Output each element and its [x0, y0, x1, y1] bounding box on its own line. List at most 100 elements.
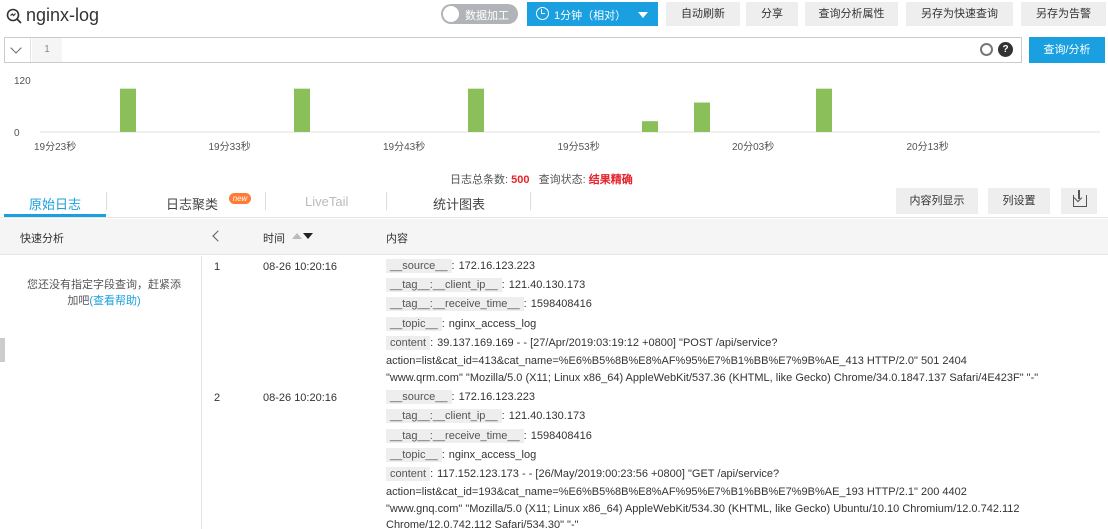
chevron-down-icon[interactable]	[5, 38, 31, 62]
x-tick-label: 20分03秒	[732, 140, 774, 153]
new-badge: new	[229, 193, 251, 204]
field-key[interactable]: __topic__	[386, 448, 442, 462]
share-button[interactable]: 分享	[746, 2, 798, 26]
toggle-knob	[443, 6, 459, 22]
field-value[interactable]: 1598408416	[531, 430, 592, 442]
histogram-bar[interactable]	[294, 88, 310, 132]
log-field: __tag__:__client_ip__:121.40.130.173	[386, 278, 585, 292]
header-bar: nginx-log 数据加工 1分钟（相对） 自动刷新 分享 查询分析属性 另存…	[0, 0, 1108, 32]
tab-raw-logs[interactable]: 原始日志	[29, 194, 81, 213]
download-icon	[1073, 190, 1087, 207]
data-process-toggle[interactable]: 数据加工	[441, 4, 518, 24]
log-list: 1 08-26 10:20:16 __source__:172.16.123.2…	[203, 256, 1108, 529]
log-field: __tag__:__receive_time__:1598408416	[386, 429, 592, 443]
time-range-selector[interactable]: 1分钟（相对）	[527, 2, 658, 26]
histogram-bar[interactable]	[468, 88, 484, 132]
field-value[interactable]: 121.40.130.173	[509, 279, 585, 291]
clock-icon	[536, 7, 549, 20]
field-key[interactable]: __tag__:__client_ip__	[386, 409, 502, 423]
total-count-value: 500	[511, 174, 530, 186]
field-value[interactable]: nginx_access_log	[449, 318, 536, 330]
help-icon[interactable]: ?	[998, 42, 1013, 57]
field-value[interactable]: 172.16.123.223	[459, 260, 535, 272]
x-tick-label: 19分33秒	[209, 140, 251, 153]
quick-analysis-panel: 您还没有指定字段查询，赶紧添加吧(查看帮助)	[0, 256, 202, 529]
content-line[interactable]: "www.gnq.com" "Mozilla/5.0 (X11; Linux x…	[386, 503, 1020, 515]
table-header: 快速分析 时间 内容	[0, 219, 1108, 255]
field-key[interactable]: __source__	[386, 390, 452, 404]
field-key[interactable]: __tag__:__receive_time__	[386, 297, 524, 311]
query-status-label: 查询状态:	[538, 174, 586, 186]
x-tick-label: 19分43秒	[383, 140, 425, 153]
tab-statistics-chart[interactable]: 统计图表	[433, 194, 485, 213]
active-tab-indicator	[4, 214, 106, 217]
content-line[interactable]: "www.qrm.com" "Mozilla/5.0 (X11; Linux x…	[386, 372, 1038, 384]
logstore-title: nginx-log	[26, 5, 100, 25]
x-tick-label: 20分13秒	[907, 140, 949, 153]
histogram-bar[interactable]	[816, 88, 832, 132]
search-log-icon	[6, 8, 22, 24]
tab-livetail[interactable]: LiveTail	[305, 194, 348, 209]
histogram-bar[interactable]	[642, 121, 658, 132]
content-line[interactable]: 117.152.123.173 - - [26/May/2019:00:23:5…	[437, 468, 779, 480]
save-alert-button[interactable]: 另存为告警	[1021, 2, 1106, 26]
field-key[interactable]: __tag__:__receive_time__	[386, 429, 524, 443]
log-field: __source__:172.16.123.223	[386, 259, 535, 273]
view-help-link[interactable]: (查看帮助)	[89, 295, 140, 307]
log-histogram: 120 0 19分23秒 19分33秒 19分43秒 19分53秒 20分03秒 20分13秒	[0, 70, 1108, 170]
tab-log-clustering[interactable]: 日志聚类	[166, 194, 218, 213]
histogram-chart: 120 0 19分23秒 19分33秒 19分43秒 19分53秒 20分03秒 20分13秒	[14, 76, 1100, 153]
query-editor[interactable]: 1 ?	[4, 37, 1022, 63]
y-tick-label: 120	[14, 76, 31, 87]
field-value[interactable]: 172.16.123.223	[459, 391, 535, 403]
total-count-label: 日志总条数:	[450, 174, 509, 186]
field-key[interactable]: __source__	[386, 259, 452, 273]
sort-asc-icon[interactable]	[292, 233, 302, 239]
field-value[interactable]: 1598408416	[531, 298, 592, 310]
histogram-bar[interactable]	[120, 88, 136, 132]
query-properties-button[interactable]: 查询分析属性	[805, 2, 898, 26]
time-range-label: 1分钟（相对）	[554, 10, 627, 22]
field-key[interactable]: content	[386, 336, 431, 350]
y-tick-label: 0	[14, 128, 20, 139]
content-line[interactable]: Chrome/12.0.742.112 Safari/534.30" "-"	[386, 519, 579, 529]
tab-divider	[106, 192, 107, 210]
sort-desc-icon[interactable]	[303, 233, 313, 239]
quick-analysis-header: 快速分析	[20, 233, 64, 245]
content-line[interactable]: action=list&cat_id=193&cat_name=%E6%B5%8…	[386, 486, 967, 498]
panel-resize-handle[interactable]	[0, 338, 5, 362]
histogram-bar[interactable]	[694, 102, 710, 132]
log-field: __topic__: nginx_access_log	[386, 317, 536, 331]
query-status-value: 结果精确	[588, 174, 633, 186]
log-field: __source__:172.16.123.223	[386, 390, 535, 404]
x-tick-label: 19分23秒	[34, 140, 76, 153]
tab-divider	[386, 192, 387, 210]
content-line[interactable]: action=list&cat_id=413&cat_name=%E6%B5%8…	[386, 355, 967, 367]
field-key[interactable]: __tag__:__client_ip__	[386, 278, 502, 292]
log-field: __tag__:__client_ip__:121.40.130.173	[386, 409, 585, 423]
settings-gear-icon[interactable]	[980, 43, 993, 56]
field-value[interactable]: nginx_access_log	[449, 449, 536, 461]
row-time: 08-26 10:20:16	[263, 261, 338, 273]
field-key[interactable]: __topic__	[386, 317, 442, 331]
log-field: __topic__: nginx_access_log	[386, 448, 536, 462]
save-quick-query-button[interactable]: 另存为快速查询	[906, 2, 1013, 26]
collapse-panel-icon[interactable]	[212, 230, 224, 242]
result-summary: 日志总条数: 500 查询状态: 结果精确	[450, 171, 633, 187]
time-column-header[interactable]: 时间	[263, 230, 285, 246]
search-analyze-button[interactable]: 查询/分析	[1029, 37, 1105, 63]
field-value[interactable]: 121.40.130.173	[509, 410, 585, 422]
content-line[interactable]: 39.137.169.169 - - [27/Apr/2019:03:19:12…	[437, 337, 777, 349]
content-column-header: 内容	[386, 233, 408, 245]
auto-refresh-button[interactable]: 自动刷新	[666, 2, 740, 26]
field-key[interactable]: content	[386, 467, 431, 481]
tab-divider	[265, 192, 266, 210]
content-column-display-button[interactable]: 内容列显示	[896, 188, 978, 214]
row-number: 1	[214, 261, 221, 273]
log-content-field: content:39.137.169.169 - - [27/Apr/2019:…	[386, 336, 778, 350]
toggle-label: 数据加工	[465, 10, 509, 22]
row-time: 08-26 10:20:16	[263, 392, 338, 404]
column-settings-button[interactable]: 列设置	[988, 188, 1050, 214]
log-content-field: content:117.152.123.173 - - [26/May/2019…	[386, 467, 779, 481]
caret-down-icon	[638, 12, 648, 18]
